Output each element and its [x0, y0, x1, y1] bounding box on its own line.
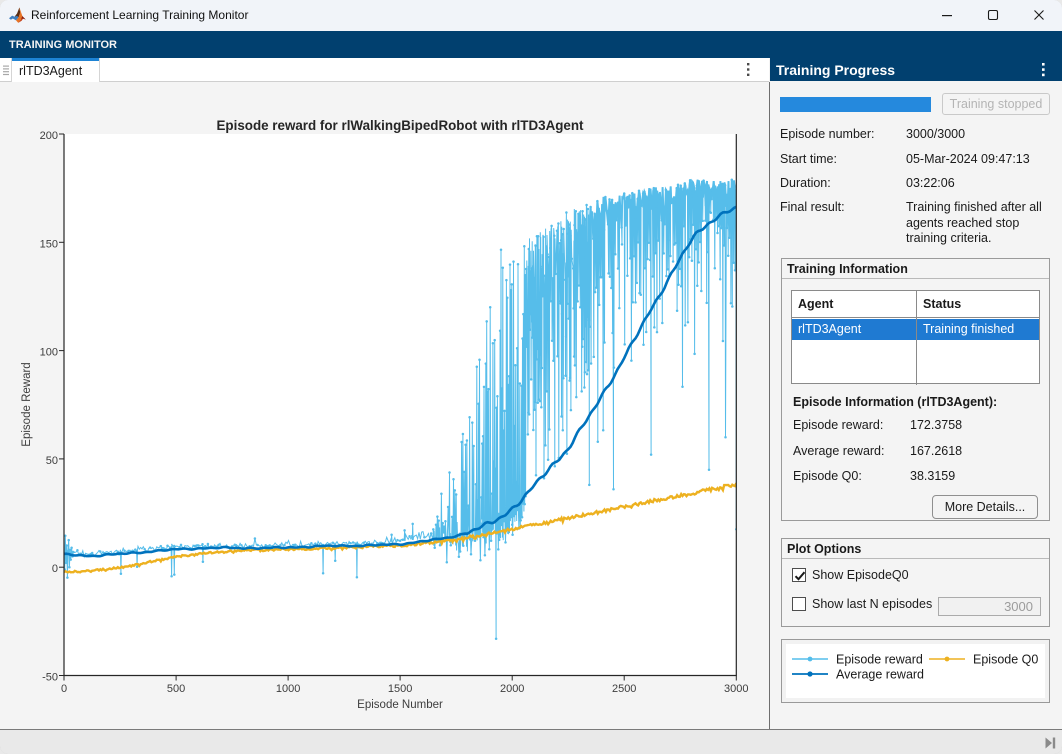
svg-text:0: 0 [61, 683, 67, 695]
svg-text:Episode reward for rlWalkingBi: Episode reward for rlWalkingBipedRobot w… [216, 118, 584, 133]
svg-text:0: 0 [52, 563, 58, 575]
svg-text:2000: 2000 [500, 683, 524, 695]
svg-text:150: 150 [40, 238, 58, 250]
svg-text:Average reward: Average reward [836, 668, 924, 682]
svg-text:Episode Q0: Episode Q0 [973, 653, 1038, 667]
svg-text:500: 500 [167, 683, 185, 695]
svg-text:2500: 2500 [612, 683, 636, 695]
svg-text:Episode Reward: Episode Reward [21, 362, 33, 446]
svg-text:Episode reward: Episode reward [836, 653, 923, 667]
svg-text:200: 200 [40, 130, 58, 142]
svg-text:1000: 1000 [276, 683, 300, 695]
svg-text:Episode Number: Episode Number [357, 699, 443, 711]
svg-text:50: 50 [46, 455, 58, 467]
svg-text:100: 100 [40, 347, 58, 359]
svg-text:-50: -50 [42, 672, 58, 684]
svg-text:1500: 1500 [388, 683, 412, 695]
svg-text:3000: 3000 [724, 683, 748, 695]
